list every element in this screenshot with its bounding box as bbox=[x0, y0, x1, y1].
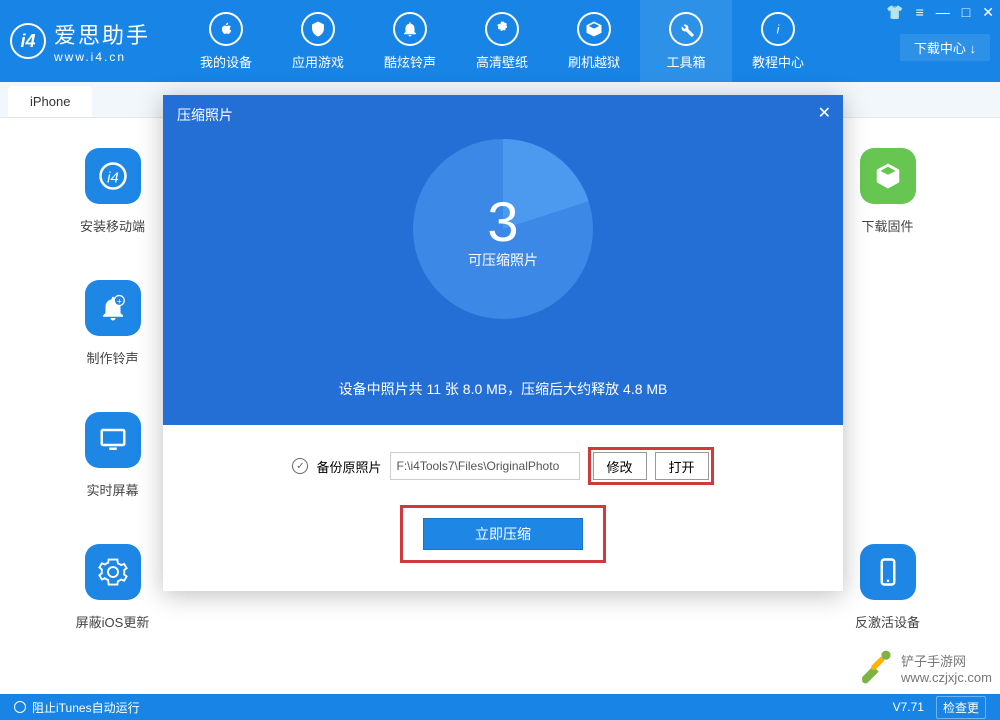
appstore-icon bbox=[301, 12, 335, 46]
info-icon: i bbox=[761, 12, 795, 46]
highlight-box-2: 立即压缩 bbox=[400, 505, 606, 563]
tab-iphone[interactable]: iPhone bbox=[8, 86, 92, 117]
minimize-icon[interactable]: — bbox=[936, 4, 950, 21]
phone-icon bbox=[860, 544, 916, 600]
backup-label: 备份原照片 bbox=[316, 457, 381, 476]
flower-icon bbox=[485, 12, 519, 46]
version-label: V7.71 bbox=[893, 700, 924, 714]
backup-checkbox[interactable]: ✓ bbox=[292, 458, 308, 474]
shovel-icon bbox=[853, 646, 897, 690]
compressible-count: 3 bbox=[468, 189, 538, 254]
cube-icon bbox=[860, 148, 916, 204]
maximize-icon[interactable]: □ bbox=[962, 4, 970, 21]
close-icon[interactable]: ✕ bbox=[982, 4, 994, 21]
nav-toolbox[interactable]: 工具箱 bbox=[640, 0, 732, 82]
open-button[interactable]: 打开 bbox=[655, 452, 709, 480]
logo-icon: i4 bbox=[10, 23, 46, 59]
svg-text:i: i bbox=[777, 22, 780, 36]
svg-text:+: + bbox=[116, 296, 121, 306]
compress-now-button[interactable]: 立即压缩 bbox=[423, 518, 583, 550]
status-bar: 阻止iTunes自动运行 V7.71 检查更 bbox=[0, 694, 1000, 720]
highlight-box-1: 修改 打开 bbox=[588, 447, 714, 485]
gear-icon bbox=[85, 544, 141, 600]
apple-icon bbox=[209, 12, 243, 46]
nav-apps[interactable]: 应用游戏 bbox=[272, 0, 364, 82]
tools-icon bbox=[669, 12, 703, 46]
nav-wallpapers[interactable]: 高清壁纸 bbox=[456, 0, 548, 82]
box-icon bbox=[577, 12, 611, 46]
download-center-button[interactable]: 下载中心 ↓ bbox=[900, 34, 990, 61]
watermark: 铲子手游网 www.czjxjc.com bbox=[853, 646, 992, 690]
i4-icon: i4 bbox=[85, 148, 141, 204]
nav-bar: 我的设备 应用游戏 酷炫铃声 高清壁纸 刷机越狱 工具箱 i 教程中心 bbox=[180, 0, 824, 82]
svg-text:i4: i4 bbox=[107, 169, 119, 186]
watermark-text: 铲子手游网 www.czjxjc.com bbox=[901, 651, 992, 685]
itunes-block-label[interactable]: 阻止iTunes自动运行 bbox=[32, 699, 140, 716]
menu-icon[interactable]: ≡ bbox=[916, 4, 924, 21]
app-url: www.i4.cn bbox=[54, 50, 150, 64]
app-header: i4 爱思助手 www.i4.cn 我的设备 应用游戏 酷炫铃声 高清壁纸 刷机… bbox=[0, 0, 1000, 82]
backup-path-input[interactable] bbox=[390, 452, 580, 480]
check-update-button[interactable]: 检查更 bbox=[936, 696, 986, 719]
compress-photo-modal: 压缩照片 ✕ 3 可压缩照片 设备中照片共 11 张 8.0 MB，压缩后大约释… bbox=[163, 95, 843, 591]
logo: i4 爱思助手 www.i4.cn bbox=[10, 18, 150, 64]
bell-icon bbox=[393, 12, 427, 46]
modify-button[interactable]: 修改 bbox=[593, 452, 647, 480]
nav-flash[interactable]: 刷机越狱 bbox=[548, 0, 640, 82]
modal-close-button[interactable]: ✕ bbox=[818, 103, 831, 123]
nav-my-device[interactable]: 我的设备 bbox=[180, 0, 272, 82]
bell-plus-icon: + bbox=[85, 280, 141, 336]
compressible-label: 可压缩照片 bbox=[468, 250, 538, 270]
window-controls: 👕 ≡ — □ ✕ bbox=[886, 4, 994, 21]
nav-ringtones[interactable]: 酷炫铃声 bbox=[364, 0, 456, 82]
status-indicator-icon bbox=[14, 701, 26, 713]
nav-tutorials[interactable]: i 教程中心 bbox=[732, 0, 824, 82]
monitor-icon bbox=[85, 412, 141, 468]
compression-stats: 设备中照片共 11 张 8.0 MB，压缩后大约释放 4.8 MB bbox=[163, 379, 843, 399]
progress-circle: 3 可压缩照片 bbox=[413, 139, 593, 319]
skin-icon[interactable]: 👕 bbox=[886, 4, 903, 21]
modal-title: 压缩照片 bbox=[163, 95, 843, 135]
app-title: 爱思助手 bbox=[54, 18, 150, 50]
